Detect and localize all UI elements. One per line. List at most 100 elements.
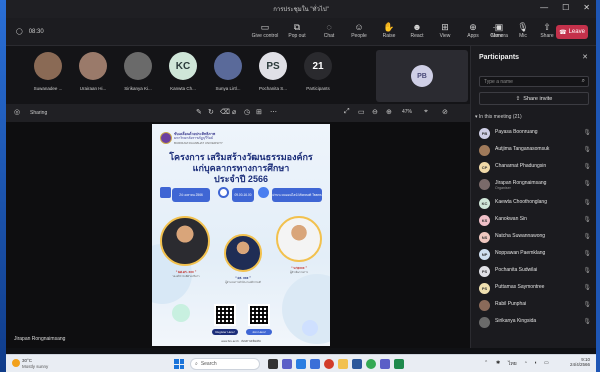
edge-icon[interactable] [310, 359, 320, 369]
close-window-button[interactable]: ✕ [583, 3, 590, 12]
toolbar-view-button[interactable]: ⊞ View [430, 22, 460, 39]
speaker-2-role: ผู้อำนวยการสำนักงานอธิการบดี [225, 281, 261, 284]
panel-title: Participants [479, 54, 520, 61]
participant-list-item[interactable]: Sirikanya Kingsida 🎙 [479, 315, 593, 330]
raise-hand-icon: ✋ [383, 22, 395, 32]
participant-tile-name: Participants [306, 86, 330, 91]
widgets-icon[interactable] [296, 359, 306, 369]
trash-icon[interactable]: ⌫ [220, 108, 230, 116]
participant-tile[interactable]: Urairaan Hi... [71, 52, 115, 91]
clock-date: 24/4/2566 [569, 362, 590, 367]
avatar [479, 317, 490, 328]
avatar: PS [259, 52, 287, 80]
chrome-icon[interactable] [366, 359, 376, 369]
toolbar-raise-button[interactable]: ✋ Raise [374, 22, 404, 39]
timer-icon[interactable]: ◷ [244, 108, 250, 116]
toolbar-people-button[interactable]: ☺ People [344, 22, 374, 39]
eraser-icon[interactable]: ⌀ [232, 108, 236, 116]
avatar: KC [479, 198, 490, 209]
word-icon[interactable] [352, 359, 362, 369]
battery-icon[interactable]: ▭ [544, 360, 549, 366]
participant-tile[interactable]: 21 Participants [296, 52, 340, 91]
participant-list-item[interactable]: CP Chanarnat Phadungsin 🎙 [479, 160, 593, 175]
participant-tile[interactable]: Sirikanya Ki... [116, 52, 160, 91]
participant-list-item[interactable]: KS Kanokwan Sin 🎙 [479, 213, 593, 228]
toolbar-pop-out-button[interactable]: ⧉ Pop out [282, 22, 312, 39]
participant-tile[interactable]: Sunya Lirtl... [206, 52, 250, 91]
line-icon[interactable] [394, 359, 404, 369]
poster-date: 24 เมษายน 2566 [172, 188, 210, 202]
volume-icon[interactable]: ◖ [534, 360, 537, 366]
start-button[interactable] [174, 359, 184, 369]
clock[interactable]: 9:10 24/4/2566 [570, 357, 590, 367]
participant-list-item[interactable]: PS Puttamas Saymontree 🎙 [479, 281, 593, 296]
task-view-icon[interactable] [268, 359, 278, 369]
avatar [479, 179, 490, 190]
file-explorer-icon[interactable] [338, 359, 348, 369]
leave-button[interactable]: ☎ Leave [556, 25, 588, 39]
redo-icon[interactable]: ↻ [208, 108, 214, 116]
participant-list-item[interactable]: Jirapan Rongnaimsang Organiser 🎙 [479, 177, 593, 192]
avatar: KS [479, 215, 490, 226]
participant-tile[interactable]: Suwanadee ... [26, 52, 70, 91]
participant-list-item[interactable]: PS Pochanita Sudwilai 🎙 [479, 264, 593, 279]
pin-icon[interactable]: ⊘ [442, 108, 448, 116]
participant-list-item[interactable]: NP Noppawan Paemklang 🎙 [479, 247, 593, 262]
participant-tile[interactable]: PS Pochanita S... [251, 52, 295, 91]
teams-chat-icon[interactable] [282, 359, 292, 369]
toolbar-chat-button[interactable]: ◌ Chat [314, 22, 344, 39]
people-icon: ☺ [354, 22, 364, 32]
self-video-tile[interactable]: PB [376, 50, 468, 102]
pop-out-icon: ⧉ [293, 22, 301, 32]
chevron-up-icon[interactable]: ⌃ [484, 360, 488, 366]
view-icon: ⊞ [441, 22, 449, 32]
close-panel-icon[interactable]: ✕ [582, 53, 588, 61]
sun-icon [12, 359, 20, 367]
toolbar-react-button[interactable]: ☻ React [402, 22, 432, 39]
mic-muted-icon: 🎙 [583, 234, 591, 240]
language-indicator[interactable]: ไทย [508, 360, 517, 368]
participant-list-item[interactable]: KC Kaewta Choothonglang 🎙 [479, 196, 593, 211]
participant-list-item[interactable]: PB Payasa Boonruang 🎙 [479, 126, 593, 141]
participant-role: Organiser [495, 186, 511, 190]
options-icon[interactable]: ⊞ [256, 108, 262, 116]
expand-icon[interactable]: ⤢ [344, 108, 350, 116]
participant-tile[interactable]: KC Kanwta Ch... [161, 52, 205, 91]
participant-list-item[interactable]: Autjima Tanganasomsuk 🎙 [479, 143, 593, 158]
toolbar-item-label: Mic [519, 33, 527, 39]
chevron-down-icon: ▾ [475, 114, 478, 120]
mic-muted-icon: 🎙 [583, 319, 591, 325]
maximize-button[interactable]: ☐ [562, 3, 569, 12]
poster-header-3: BURIRAM RAJABHAT UNIVERSITY [174, 141, 223, 145]
taskbar-search[interactable]: ⌕ Search [190, 358, 260, 370]
avatar [214, 52, 242, 80]
fullscreen-icon[interactable]: ⌖ [424, 108, 428, 116]
opera-icon[interactable] [324, 359, 334, 369]
join-here-label: Join Here! [246, 329, 272, 335]
fit-icon[interactable]: ▭ [358, 108, 365, 116]
participant-name: Noppawan Paemklang [495, 250, 546, 256]
more-share-icon[interactable]: ⋯ [270, 108, 277, 116]
bluetooth-icon[interactable]: ✱ [496, 360, 500, 366]
mic-muted-icon: 🎙 [583, 181, 591, 187]
share-invite-button[interactable]: ⇪ Share invite [479, 92, 589, 105]
participant-name: Rabil Punphai [495, 301, 527, 307]
teams-icon[interactable] [380, 359, 390, 369]
toolbar-item-label: Pop out [288, 33, 306, 39]
wifi-icon[interactable]: ◔ [524, 360, 527, 366]
in-meeting-header[interactable]: ▾ In this meeting (21) [475, 114, 522, 120]
participant-list-item[interactable]: NS Natcha Suwannawong 🎙 [479, 230, 593, 245]
pen-icon[interactable]: ✎ [196, 108, 202, 116]
participant-list-item[interactable]: Rabil Punphai 🎙 [479, 298, 593, 313]
minimize-button[interactable]: — [540, 3, 548, 12]
zoom-in-icon[interactable]: ⊕ [386, 108, 392, 116]
taskbar-search-label: Search [200, 361, 217, 367]
avatar [479, 300, 490, 311]
zoom-out-icon[interactable]: ⊖ [372, 108, 378, 116]
avatar [34, 52, 62, 80]
toolbar-give-control-button[interactable]: ▭ Give control [250, 22, 280, 39]
toolbar-item-label: Raise [382, 33, 396, 39]
participant-search-input[interactable]: Type a name ⌕ [479, 76, 589, 87]
speaker-1-photo [160, 216, 210, 266]
search-icon: ⌕ [195, 361, 198, 367]
